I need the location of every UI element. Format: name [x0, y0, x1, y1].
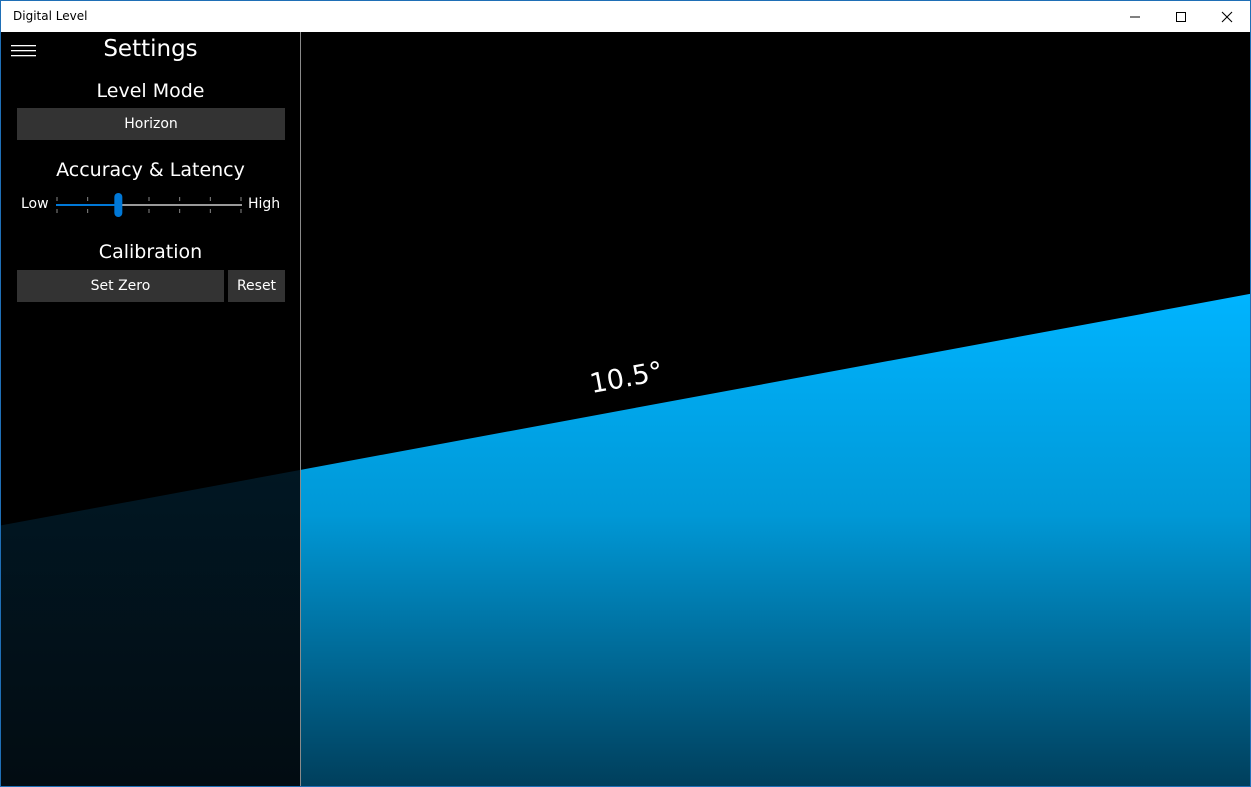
set-zero-label: Set Zero	[90, 278, 151, 294]
level-fluid	[300, 293, 1250, 786]
accuracy-slider[interactable]	[51, 192, 245, 218]
slider-high-label: High	[248, 196, 281, 212]
close-icon	[1221, 11, 1233, 22]
app-window: Digital Level 10.5° Settings Level Mode …	[0, 0, 1251, 787]
level-mode-button[interactable]: Horizon	[17, 108, 285, 140]
slider-low-label: Low	[21, 196, 49, 212]
settings-title: Settings	[103, 36, 198, 62]
level-mode-value: Horizon	[124, 116, 178, 132]
title-bar[interactable]: Digital Level	[1, 1, 1250, 32]
close-button[interactable]	[1204, 1, 1250, 32]
level-mode-heading: Level Mode	[96, 80, 205, 102]
slider-thumb[interactable]	[114, 193, 123, 217]
minimize-icon	[1130, 16, 1140, 17]
settings-pane: Settings Level Mode Horizon Accuracy & L…	[1, 32, 301, 786]
reset-label: Reset	[236, 278, 277, 294]
calibration-heading: Calibration	[98, 241, 203, 263]
set-zero-button[interactable]: Set Zero	[17, 270, 224, 302]
maximize-icon	[1176, 11, 1186, 22]
maximize-button[interactable]	[1158, 1, 1204, 32]
level-view: 10.5° Settings Level Mode Horizon Accura…	[1, 32, 1250, 786]
reset-button[interactable]: Reset	[228, 270, 285, 302]
window-title: Digital Level	[13, 9, 88, 23]
accuracy-heading: Accuracy & Latency	[56, 159, 245, 181]
minimize-button[interactable]	[1112, 1, 1158, 32]
